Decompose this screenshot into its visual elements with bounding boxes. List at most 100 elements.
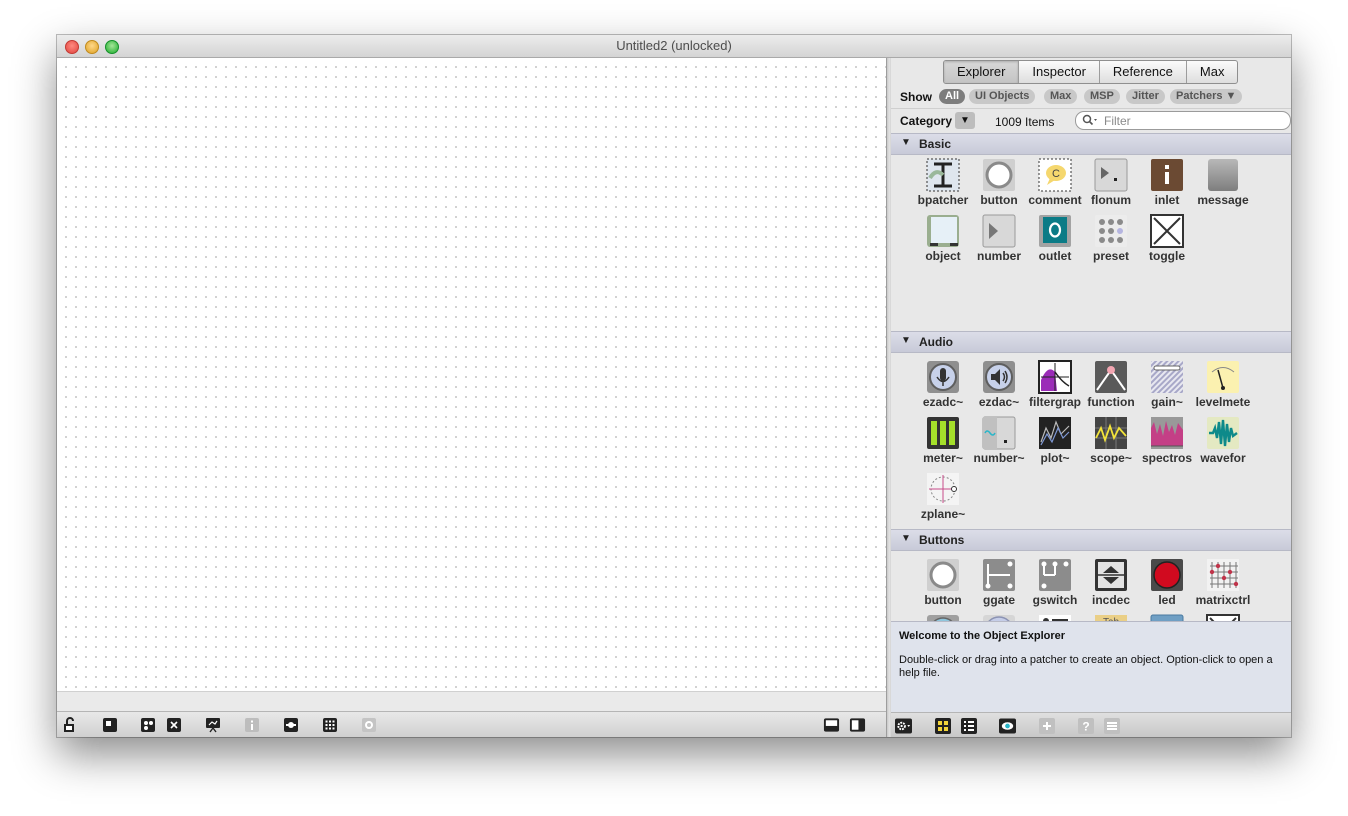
meter-icon bbox=[927, 417, 959, 449]
horizontal-scrollbar[interactable] bbox=[57, 691, 886, 712]
object-item-meter[interactable]: meter~ bbox=[914, 413, 972, 467]
object-item-tab[interactable]: Tab tab bbox=[1082, 611, 1140, 621]
filter-search[interactable] bbox=[1075, 111, 1291, 130]
number-signal-icon bbox=[982, 416, 1016, 450]
object-item-toggle[interactable]: toggle bbox=[1194, 611, 1252, 621]
sidebar-toolbar: ? bbox=[891, 712, 1291, 737]
lock-icon[interactable] bbox=[62, 716, 79, 733]
toggle-icon bbox=[1206, 614, 1240, 621]
title-bar[interactable]: Untitled2 (unlocked) bbox=[57, 35, 1291, 58]
comment-icon: C bbox=[1038, 158, 1072, 192]
section-title: Buttons bbox=[919, 533, 965, 547]
close-window-button[interactable] bbox=[65, 40, 79, 54]
eye-icon[interactable] bbox=[999, 717, 1016, 734]
object-item-outlet[interactable]: outlet bbox=[1026, 211, 1084, 265]
split-horizontal-icon[interactable] bbox=[823, 716, 840, 733]
object-item-ezdac[interactable]: ezdac~ bbox=[970, 357, 1028, 411]
section-header-buttons[interactable]: ▼ Buttons bbox=[891, 529, 1291, 551]
tab-inspector[interactable]: Inspector bbox=[1019, 61, 1100, 83]
info-icon[interactable] bbox=[243, 716, 260, 733]
patcher-window: Untitled2 (unlocked) Explorer Inspector … bbox=[57, 35, 1291, 737]
filter-all[interactable]: All bbox=[939, 89, 966, 104]
disclosure-triangle-icon[interactable]: ▼ bbox=[901, 533, 911, 544]
icon-view-icon[interactable] bbox=[934, 717, 951, 734]
pictctrl-icon bbox=[927, 615, 959, 621]
tab-explorer[interactable]: Explorer bbox=[944, 61, 1020, 83]
object-item-button[interactable]: button bbox=[970, 155, 1028, 209]
disclosure-triangle-icon[interactable]: ▼ bbox=[901, 137, 911, 148]
object-item-pictctrl[interactable]: pictctrl bbox=[914, 611, 972, 621]
object-item-function[interactable]: function bbox=[1082, 357, 1140, 411]
tab-reference[interactable]: Reference bbox=[1100, 61, 1187, 83]
filter-ui-objects[interactable]: UI Objects bbox=[969, 89, 1036, 104]
object-item-ggate[interactable]: ggate bbox=[970, 555, 1028, 609]
object-label: bpatcher bbox=[917, 193, 969, 207]
object-item-scope[interactable]: scope~ bbox=[1082, 413, 1140, 467]
object-item-preset[interactable]: preset bbox=[1082, 211, 1140, 265]
tab-max[interactable]: Max bbox=[1187, 61, 1238, 83]
object-item-spectroscope[interactable]: spectros bbox=[1138, 413, 1196, 467]
object-item-button[interactable]: button bbox=[914, 555, 972, 609]
object-item-textbutton[interactable]: T textbutto bbox=[1138, 611, 1196, 621]
category-row: Category ▼ 1009 Items bbox=[891, 108, 1291, 133]
section-header-basic[interactable]: ▼ Basic bbox=[891, 133, 1291, 155]
object-item-message[interactable]: message bbox=[1194, 155, 1252, 209]
split-vertical-icon[interactable] bbox=[849, 716, 866, 733]
filter-max[interactable]: Max bbox=[1044, 89, 1078, 104]
patcher-canvas[interactable] bbox=[57, 58, 886, 691]
search-icon bbox=[1082, 114, 1100, 129]
list-view-icon[interactable] bbox=[960, 717, 977, 734]
svg-text:?: ? bbox=[1082, 719, 1089, 733]
object-label: incdec bbox=[1091, 593, 1130, 607]
object-item-number-signal[interactable]: number~ bbox=[970, 413, 1028, 467]
object-item-filtergraph[interactable]: filtergrap bbox=[1026, 357, 1084, 411]
category-dropdown[interactable]: ▼ bbox=[955, 112, 975, 129]
object-list[interactable]: ▼ Basic bpatcher button C comment flonum bbox=[891, 133, 1291, 621]
object-item-led[interactable]: led bbox=[1138, 555, 1196, 609]
object-item-flonum[interactable]: flonum bbox=[1082, 155, 1140, 209]
delete-icon[interactable] bbox=[165, 716, 182, 733]
disclosure-triangle-icon[interactable]: ▼ bbox=[901, 335, 911, 346]
inlet-icon bbox=[1151, 159, 1183, 191]
object-item-levelmeter[interactable]: levelmete bbox=[1194, 357, 1252, 411]
object-item-incdec[interactable]: incdec bbox=[1082, 555, 1140, 609]
minimize-window-button[interactable] bbox=[85, 40, 99, 54]
section-header-audio[interactable]: ▼ Audio bbox=[891, 331, 1291, 353]
object-palette-icon[interactable] bbox=[139, 716, 156, 733]
object-item-playbar[interactable]: playbar bbox=[970, 611, 1028, 621]
object-item-zplane[interactable]: zplane~ bbox=[914, 469, 972, 523]
object-item-gain[interactable]: gain~ bbox=[1138, 357, 1196, 411]
slider-icon[interactable] bbox=[282, 716, 299, 733]
add-icon[interactable] bbox=[1038, 717, 1055, 734]
snapshot-icon[interactable] bbox=[360, 716, 377, 733]
object-item-plot[interactable]: plot~ bbox=[1026, 413, 1084, 467]
object-item-object[interactable]: object bbox=[914, 211, 972, 265]
object-item-number[interactable]: number bbox=[970, 211, 1028, 265]
object-item-comment[interactable]: C comment bbox=[1026, 155, 1084, 209]
filter-msp[interactable]: MSP bbox=[1084, 89, 1120, 104]
info-body: Double-click or drag into a patcher to c… bbox=[899, 654, 1273, 679]
object-label: outlet bbox=[1038, 249, 1072, 263]
object-label: message bbox=[1197, 193, 1249, 207]
zoom-window-button[interactable] bbox=[105, 40, 119, 54]
object-label: number bbox=[976, 249, 1021, 263]
object-item-radiogroup[interactable]: radiogro bbox=[1026, 611, 1084, 621]
filter-jitter[interactable]: Jitter bbox=[1126, 89, 1165, 104]
gear-icon[interactable] bbox=[895, 717, 912, 734]
object-label: comment bbox=[1028, 193, 1082, 207]
grid-icon[interactable] bbox=[321, 716, 338, 733]
object-item-matrixctrl[interactable]: matrixctrl bbox=[1194, 555, 1252, 609]
filter-patchers[interactable]: Patchers ▼ bbox=[1170, 89, 1243, 104]
filter-input[interactable] bbox=[1104, 112, 1284, 129]
object-label: led bbox=[1158, 593, 1176, 607]
object-item-ezadc[interactable]: ezadc~ bbox=[914, 357, 972, 411]
object-item-gswitch[interactable]: gswitch bbox=[1026, 555, 1084, 609]
object-item-bpatcher[interactable]: bpatcher bbox=[914, 155, 972, 209]
menu-icon[interactable] bbox=[1103, 717, 1120, 734]
presentation-board-icon[interactable] bbox=[204, 716, 221, 733]
object-item-waveform[interactable]: wavefor bbox=[1194, 413, 1252, 467]
object-item-toggle[interactable]: toggle bbox=[1138, 211, 1196, 265]
help-icon[interactable]: ? bbox=[1077, 717, 1094, 734]
object-item-inlet[interactable]: inlet bbox=[1138, 155, 1196, 209]
presentation-icon[interactable] bbox=[101, 716, 118, 733]
